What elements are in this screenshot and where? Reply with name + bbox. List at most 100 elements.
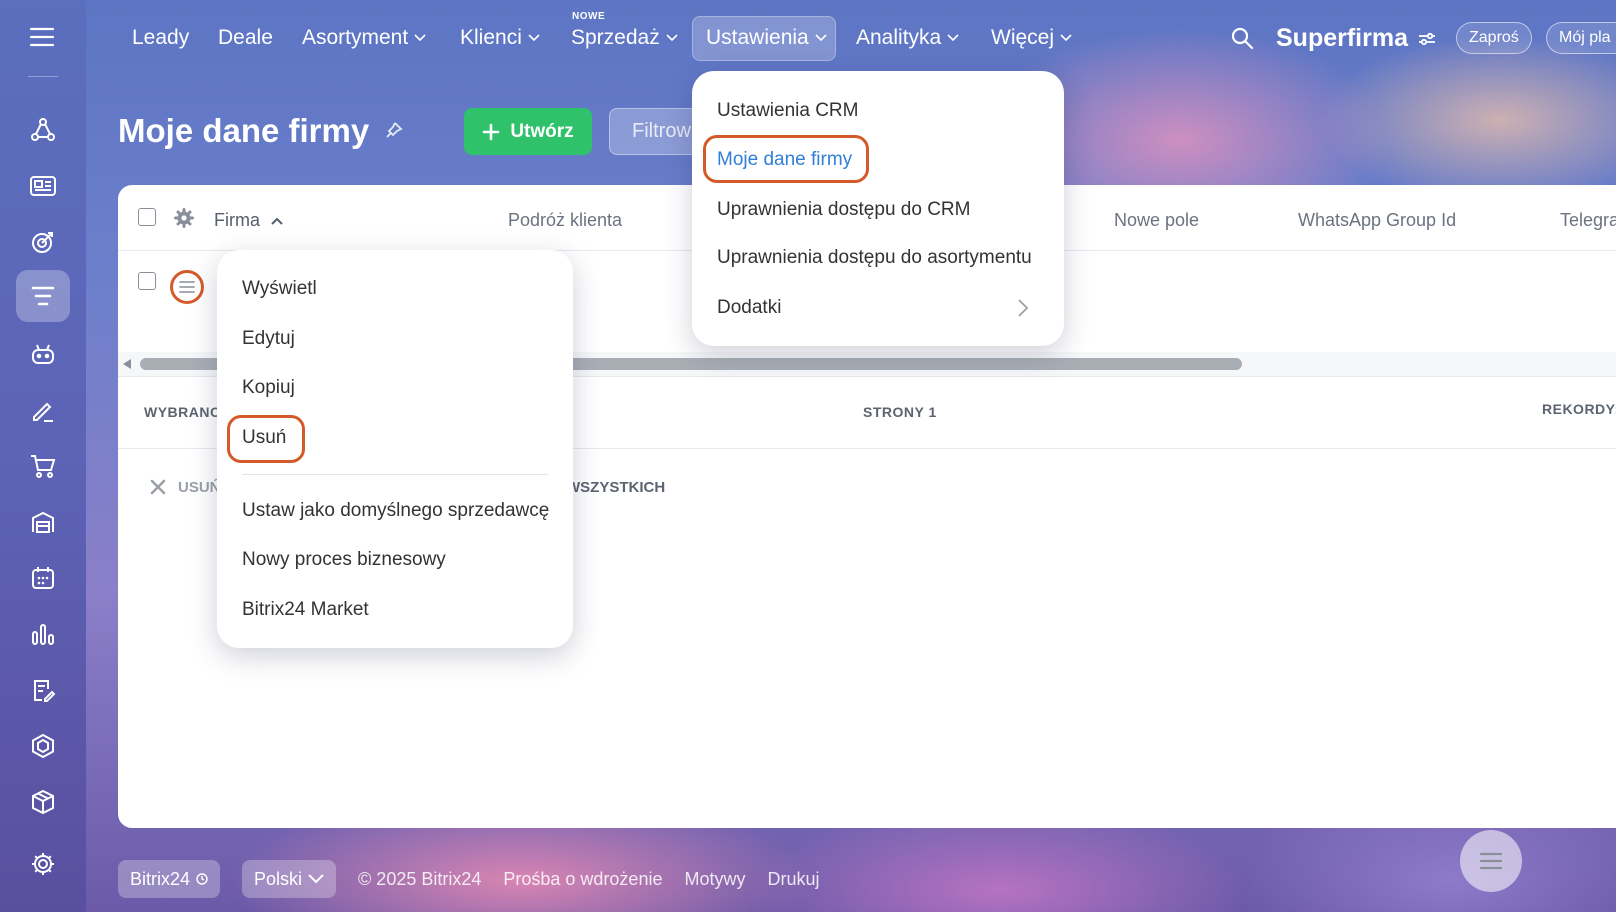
nav-sprzedaz[interactable]: Sprzedaż	[571, 26, 678, 50]
menu-icon[interactable]	[28, 24, 58, 48]
pin-icon[interactable]	[383, 121, 403, 141]
records-label: REKORDY:	[1542, 401, 1616, 417]
column-header-new-field[interactable]: Nowe pole	[1114, 210, 1199, 231]
sidebar-item-copilot[interactable]	[16, 328, 70, 380]
select-all-checkbox[interactable]	[138, 208, 156, 226]
nav-label: Analityka	[856, 26, 942, 49]
nav-leady[interactable]: Leady	[132, 26, 189, 50]
left-sidebar	[0, 0, 86, 912]
nav-label: Deale	[218, 26, 273, 49]
filter-placeholder: Filtrow	[632, 120, 691, 142]
brand-name: Superfirma	[1276, 24, 1408, 52]
sidebar-item-flow[interactable]	[16, 104, 70, 156]
hamburger-icon	[178, 280, 196, 294]
implementation-request-link[interactable]: Prośba o wdrożenie	[503, 869, 662, 890]
nav-deale[interactable]: Deale	[218, 26, 273, 50]
menu-item-new-business-process[interactable]: Nowy proces biznesowy	[242, 549, 446, 571]
nav-label: Klienci	[460, 26, 522, 49]
bar-chart-icon	[30, 622, 56, 646]
row-actions-dropdown: Wyświetl Edytuj Kopiuj Usuń Ustaw jako d…	[217, 250, 573, 648]
list-icon	[1478, 851, 1504, 871]
page-title-text: Moje dane firmy	[118, 112, 370, 149]
gear-icon[interactable]	[174, 208, 194, 228]
chevron-down-icon	[414, 34, 426, 42]
sidebar-item-goals[interactable]	[16, 216, 70, 268]
sidebar-item-warehouse[interactable]	[16, 496, 70, 548]
menu-item-view[interactable]: Wyświetl	[242, 278, 317, 300]
sidebar-item-settings[interactable]	[16, 838, 70, 890]
menu-item-copy[interactable]: Kopiuj	[242, 377, 295, 399]
nav-analityka[interactable]: Analityka	[856, 26, 959, 50]
nav-klienci[interactable]: Klienci	[460, 26, 540, 50]
newspaper-icon	[29, 174, 57, 198]
nav-label: Sprzedaż	[571, 26, 660, 49]
chevron-down-icon	[308, 874, 324, 884]
sidebar-item-apps[interactable]	[16, 720, 70, 772]
column-header-telegram[interactable]: Telegra	[1560, 210, 1616, 231]
nav-label: Leady	[132, 26, 190, 49]
for-all-action[interactable]: WSZYSTKICH	[566, 479, 665, 496]
menu-item-delete[interactable]: Usuń	[242, 427, 286, 449]
sidebar-item-shop[interactable]	[16, 440, 70, 492]
create-button[interactable]: Utwórz	[464, 108, 592, 155]
clock-icon	[196, 873, 208, 885]
chevron-right-icon	[1018, 299, 1028, 317]
row-actions-menu-button[interactable]	[170, 270, 204, 304]
bitrix24-brand: Bitrix24	[130, 868, 191, 889]
column-header-firma[interactable]: Firma	[214, 210, 283, 231]
language-selector[interactable]: Polski	[242, 860, 337, 898]
selected-count-label: WYBRANO	[144, 404, 222, 420]
sidebar-item-market[interactable]	[16, 776, 70, 828]
sidebar-item-crm[interactable]	[16, 270, 70, 322]
close-icon	[150, 479, 166, 495]
sidebar-item-calendar[interactable]	[16, 552, 70, 604]
invite-button[interactable]: Zaproś	[1456, 22, 1532, 54]
menu-item-edit[interactable]: Edytuj	[242, 328, 295, 350]
nav-ustawienia[interactable]: Ustawienia	[706, 26, 827, 50]
sidebar-item-sign[interactable]	[16, 384, 70, 436]
themes-link[interactable]: Motywy	[684, 869, 745, 890]
menu-divider	[242, 474, 548, 475]
calendar-icon	[30, 565, 56, 591]
sidebar-divider	[28, 76, 58, 77]
pages-label[interactable]: STRONY 1	[863, 404, 937, 420]
search-icon[interactable]	[1230, 26, 1254, 50]
menu-item-my-company-details[interactable]: Moje dane firmy	[717, 149, 852, 171]
menu-item-addons[interactable]: Dodatki	[717, 297, 781, 319]
menu-item-crm-access-permissions[interactable]: Uprawnienia dostępu do CRM	[717, 199, 970, 221]
hexagon-icon	[30, 733, 56, 759]
warehouse-icon	[30, 510, 56, 534]
nav-wiecej[interactable]: Więcej	[991, 26, 1072, 50]
chevron-down-icon	[815, 34, 827, 42]
floating-menu-button[interactable]	[1460, 830, 1522, 892]
menu-item-catalog-access-permissions[interactable]: Uprawnienia dostępu do asortymentu	[717, 247, 1032, 269]
language-label: Polski	[254, 868, 303, 889]
column-header-customer-journey[interactable]: Podróż klienta	[508, 210, 622, 231]
delete-action[interactable]: USUŃ	[178, 479, 221, 496]
row-checkbox[interactable]	[138, 272, 156, 290]
column-header-whatsapp-group-id[interactable]: WhatsApp Group Id	[1298, 210, 1456, 231]
gear-icon	[30, 851, 56, 877]
print-link[interactable]: Drukuj	[767, 869, 819, 890]
chevron-down-icon	[666, 34, 678, 42]
column-label: Firma	[214, 210, 260, 230]
bitrix24-badge[interactable]: Bitrix24	[118, 860, 221, 898]
document-edit-icon	[30, 677, 56, 703]
chevron-down-icon	[1060, 34, 1072, 42]
nav-asortyment[interactable]: Asortyment	[302, 26, 426, 50]
pen-icon	[30, 397, 56, 423]
my-plan-button[interactable]: Mój pla	[1546, 22, 1616, 54]
sort-up-icon	[271, 217, 283, 225]
sidebar-item-analytics[interactable]	[16, 608, 70, 660]
scroll-left-arrow-icon[interactable]	[121, 358, 133, 370]
chevron-down-icon	[528, 34, 540, 42]
brand-title[interactable]: Superfirma	[1276, 24, 1436, 53]
menu-item-crm-settings[interactable]: Ustawienia CRM	[717, 100, 858, 122]
cart-icon	[29, 453, 57, 479]
sidebar-item-news[interactable]	[16, 160, 70, 212]
sliders-icon	[1418, 31, 1436, 47]
menu-item-set-default-seller[interactable]: Ustaw jako domyślnego sprzedawcę	[242, 500, 549, 522]
menu-item-bitrix24-market[interactable]: Bitrix24 Market	[242, 599, 369, 621]
sidebar-item-docs[interactable]	[16, 664, 70, 716]
nav-label: Więcej	[991, 26, 1055, 49]
